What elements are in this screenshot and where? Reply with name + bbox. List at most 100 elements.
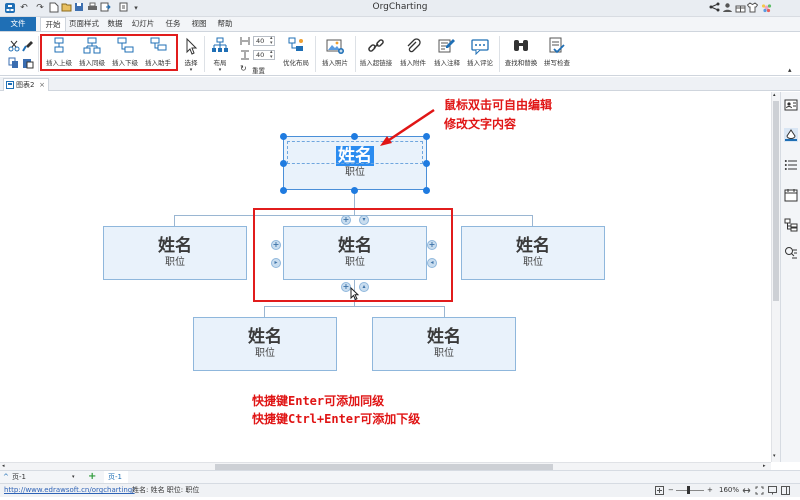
user-icon[interactable] [721, 2, 733, 14]
format-painter-icon[interactable] [22, 40, 34, 52]
page-select-dropdown-icon[interactable]: ▾ [72, 471, 75, 483]
org-node[interactable]: 姓名 职位 [193, 317, 337, 371]
share-icon[interactable] [708, 2, 720, 14]
layout-button[interactable]: 布局 ▾ [208, 32, 232, 76]
insert-subordinate-button[interactable]: 插入下级 [109, 32, 141, 76]
insert-comment-button[interactable]: 插入评论 [464, 32, 496, 76]
resize-handle[interactable] [280, 133, 287, 140]
new-file-icon[interactable] [48, 2, 60, 14]
node-position[interactable]: 职位 [194, 347, 336, 361]
add-page-icon[interactable]: + [88, 471, 96, 482]
spin-up-down-icon[interactable]: ▴ ▾ [270, 36, 276, 46]
spell-check-button[interactable]: 拼写检查 [541, 32, 573, 76]
zoom-in-icon[interactable]: + [707, 484, 713, 497]
tab-home[interactable]: 开始 [40, 17, 66, 31]
undo-icon[interactable]: ↶ [18, 2, 30, 14]
customize-quick-access-icon[interactable]: ▾ [130, 2, 142, 14]
reset-icon[interactable]: ↻ [240, 64, 247, 73]
resize-handle[interactable] [280, 160, 287, 167]
insert-same-level-button[interactable]: 插入同级 [76, 32, 108, 76]
print-icon[interactable] [86, 2, 98, 14]
insert-image-button[interactable]: 插入照片 [318, 32, 352, 76]
vertical-scrollbar[interactable]: ▴ ▾ [771, 92, 780, 462]
optimize-layout-button[interactable]: 优化布局 [280, 32, 312, 76]
theme-shirt-icon[interactable] [746, 2, 758, 14]
fullscreen-icon[interactable] [755, 484, 764, 500]
search-list-icon[interactable] [784, 246, 798, 260]
tab-help[interactable]: 帮助 [214, 17, 236, 31]
insert-attachment-button[interactable]: 插入附件 [396, 32, 430, 76]
website-link[interactable]: http://www.edrawsoft.cn/orgcharting/ [4, 484, 135, 497]
tab-file[interactable]: 文件 [0, 17, 36, 31]
insert-note-button[interactable]: 插入注释 [431, 32, 463, 76]
node-position[interactable]: 职位 [462, 256, 604, 270]
org-node[interactable]: 姓名 职位 [103, 226, 247, 280]
copy-icon[interactable] [8, 57, 20, 69]
tab-view[interactable]: 视图 [188, 17, 210, 31]
resize-handle[interactable] [351, 133, 358, 140]
cut-icon[interactable] [8, 40, 20, 52]
tab-data[interactable]: 数据 [104, 17, 126, 31]
gift-icon[interactable] [734, 2, 746, 14]
drawing-canvas[interactable]: 姓名 职位 姓名 职位 姓名 职位 姓名 职位 + ▾ + ▸ + ◂ + ▴ … [0, 92, 771, 462]
tab-tasks[interactable]: 任务 [162, 17, 184, 31]
export-icon[interactable] [99, 2, 111, 14]
tab-page-style[interactable]: 页面样式 [68, 17, 100, 31]
resize-handle[interactable] [423, 187, 430, 194]
select-dropdown-icon[interactable]: ▾ [180, 67, 202, 73]
node-name[interactable]: 姓名 [104, 236, 246, 256]
node-position[interactable]: 职位 [104, 256, 246, 270]
redo-icon[interactable]: ↷ [34, 2, 46, 14]
save-icon[interactable] [73, 2, 85, 14]
calendar-icon[interactable] [784, 188, 798, 202]
reset-button[interactable]: 重置 [252, 65, 265, 75]
annotation-ctrl-enter-shortcut: 快捷键Ctrl+Enter可添加下级 [252, 412, 421, 426]
page-select[interactable]: 页-1 [12, 471, 26, 483]
fit-width-icon[interactable] [742, 484, 751, 500]
node-position[interactable]: 职位 [284, 166, 426, 180]
fit-page-icon[interactable] [655, 484, 664, 500]
color-palette-icon[interactable] [760, 2, 772, 14]
scroll-right-icon[interactable]: ▸ [763, 463, 766, 470]
zoom-slider-track[interactable] [676, 490, 704, 491]
tab-slides[interactable]: 幻灯片 [130, 17, 156, 31]
org-node[interactable]: 姓名 职位 [372, 317, 516, 371]
scroll-up-icon[interactable]: ▴ [773, 92, 776, 98]
node-name[interactable]: 姓名 [462, 236, 604, 256]
select-button[interactable]: 选择 ▾ [180, 32, 202, 76]
hyperlink-icon [368, 39, 384, 52]
spin-up-down-icon[interactable]: ▴ ▾ [270, 50, 276, 60]
resize-handle[interactable] [351, 187, 358, 194]
page-options-icon[interactable] [118, 2, 130, 14]
resize-handle[interactable] [423, 160, 430, 167]
org-node[interactable]: 姓名 职位 [461, 226, 605, 280]
layout-dropdown-icon[interactable]: ▾ [208, 67, 232, 73]
node-name[interactable]: 姓名 [194, 327, 336, 347]
node-position[interactable]: 职位 [373, 347, 515, 361]
zoom-slider-thumb[interactable] [687, 486, 690, 494]
insert-hyperlink-button[interactable]: 插入超链接 [357, 32, 395, 76]
zoom-out-icon[interactable]: − [668, 484, 674, 497]
insert-assistant-button[interactable]: 插入助手 [142, 32, 174, 76]
page-tab[interactable]: 页-1 [104, 471, 128, 483]
node-name[interactable]: 姓名 [373, 327, 515, 347]
resize-handle[interactable] [280, 187, 287, 194]
contact-card-icon[interactable] [784, 98, 798, 112]
insert-superior-button[interactable]: 插入上级 [43, 32, 75, 76]
open-folder-icon[interactable] [60, 2, 72, 14]
list-icon[interactable] [784, 158, 798, 172]
scroll-left-icon[interactable]: ◂ [2, 463, 5, 470]
expand-panel-icon[interactable] [781, 484, 790, 500]
presentation-icon[interactable] [768, 484, 777, 500]
paint-bucket-icon[interactable] [784, 128, 798, 142]
horizontal-scrollbar[interactable]: ◂ ▸ [0, 462, 771, 470]
scroll-down-icon[interactable]: ▾ [773, 453, 776, 459]
document-tab[interactable]: 图表2 × [3, 78, 49, 91]
paste-icon[interactable] [22, 57, 34, 69]
vertical-scroll-thumb[interactable] [773, 101, 779, 301]
tree-structure-icon[interactable] [784, 218, 798, 232]
collapse-ribbon-icon[interactable]: ▴ [788, 66, 792, 74]
find-replace-button[interactable]: 查找和替换 [502, 32, 540, 76]
close-tab-icon[interactable]: × [39, 79, 45, 91]
page-menu-icon[interactable]: ^ [3, 471, 9, 483]
